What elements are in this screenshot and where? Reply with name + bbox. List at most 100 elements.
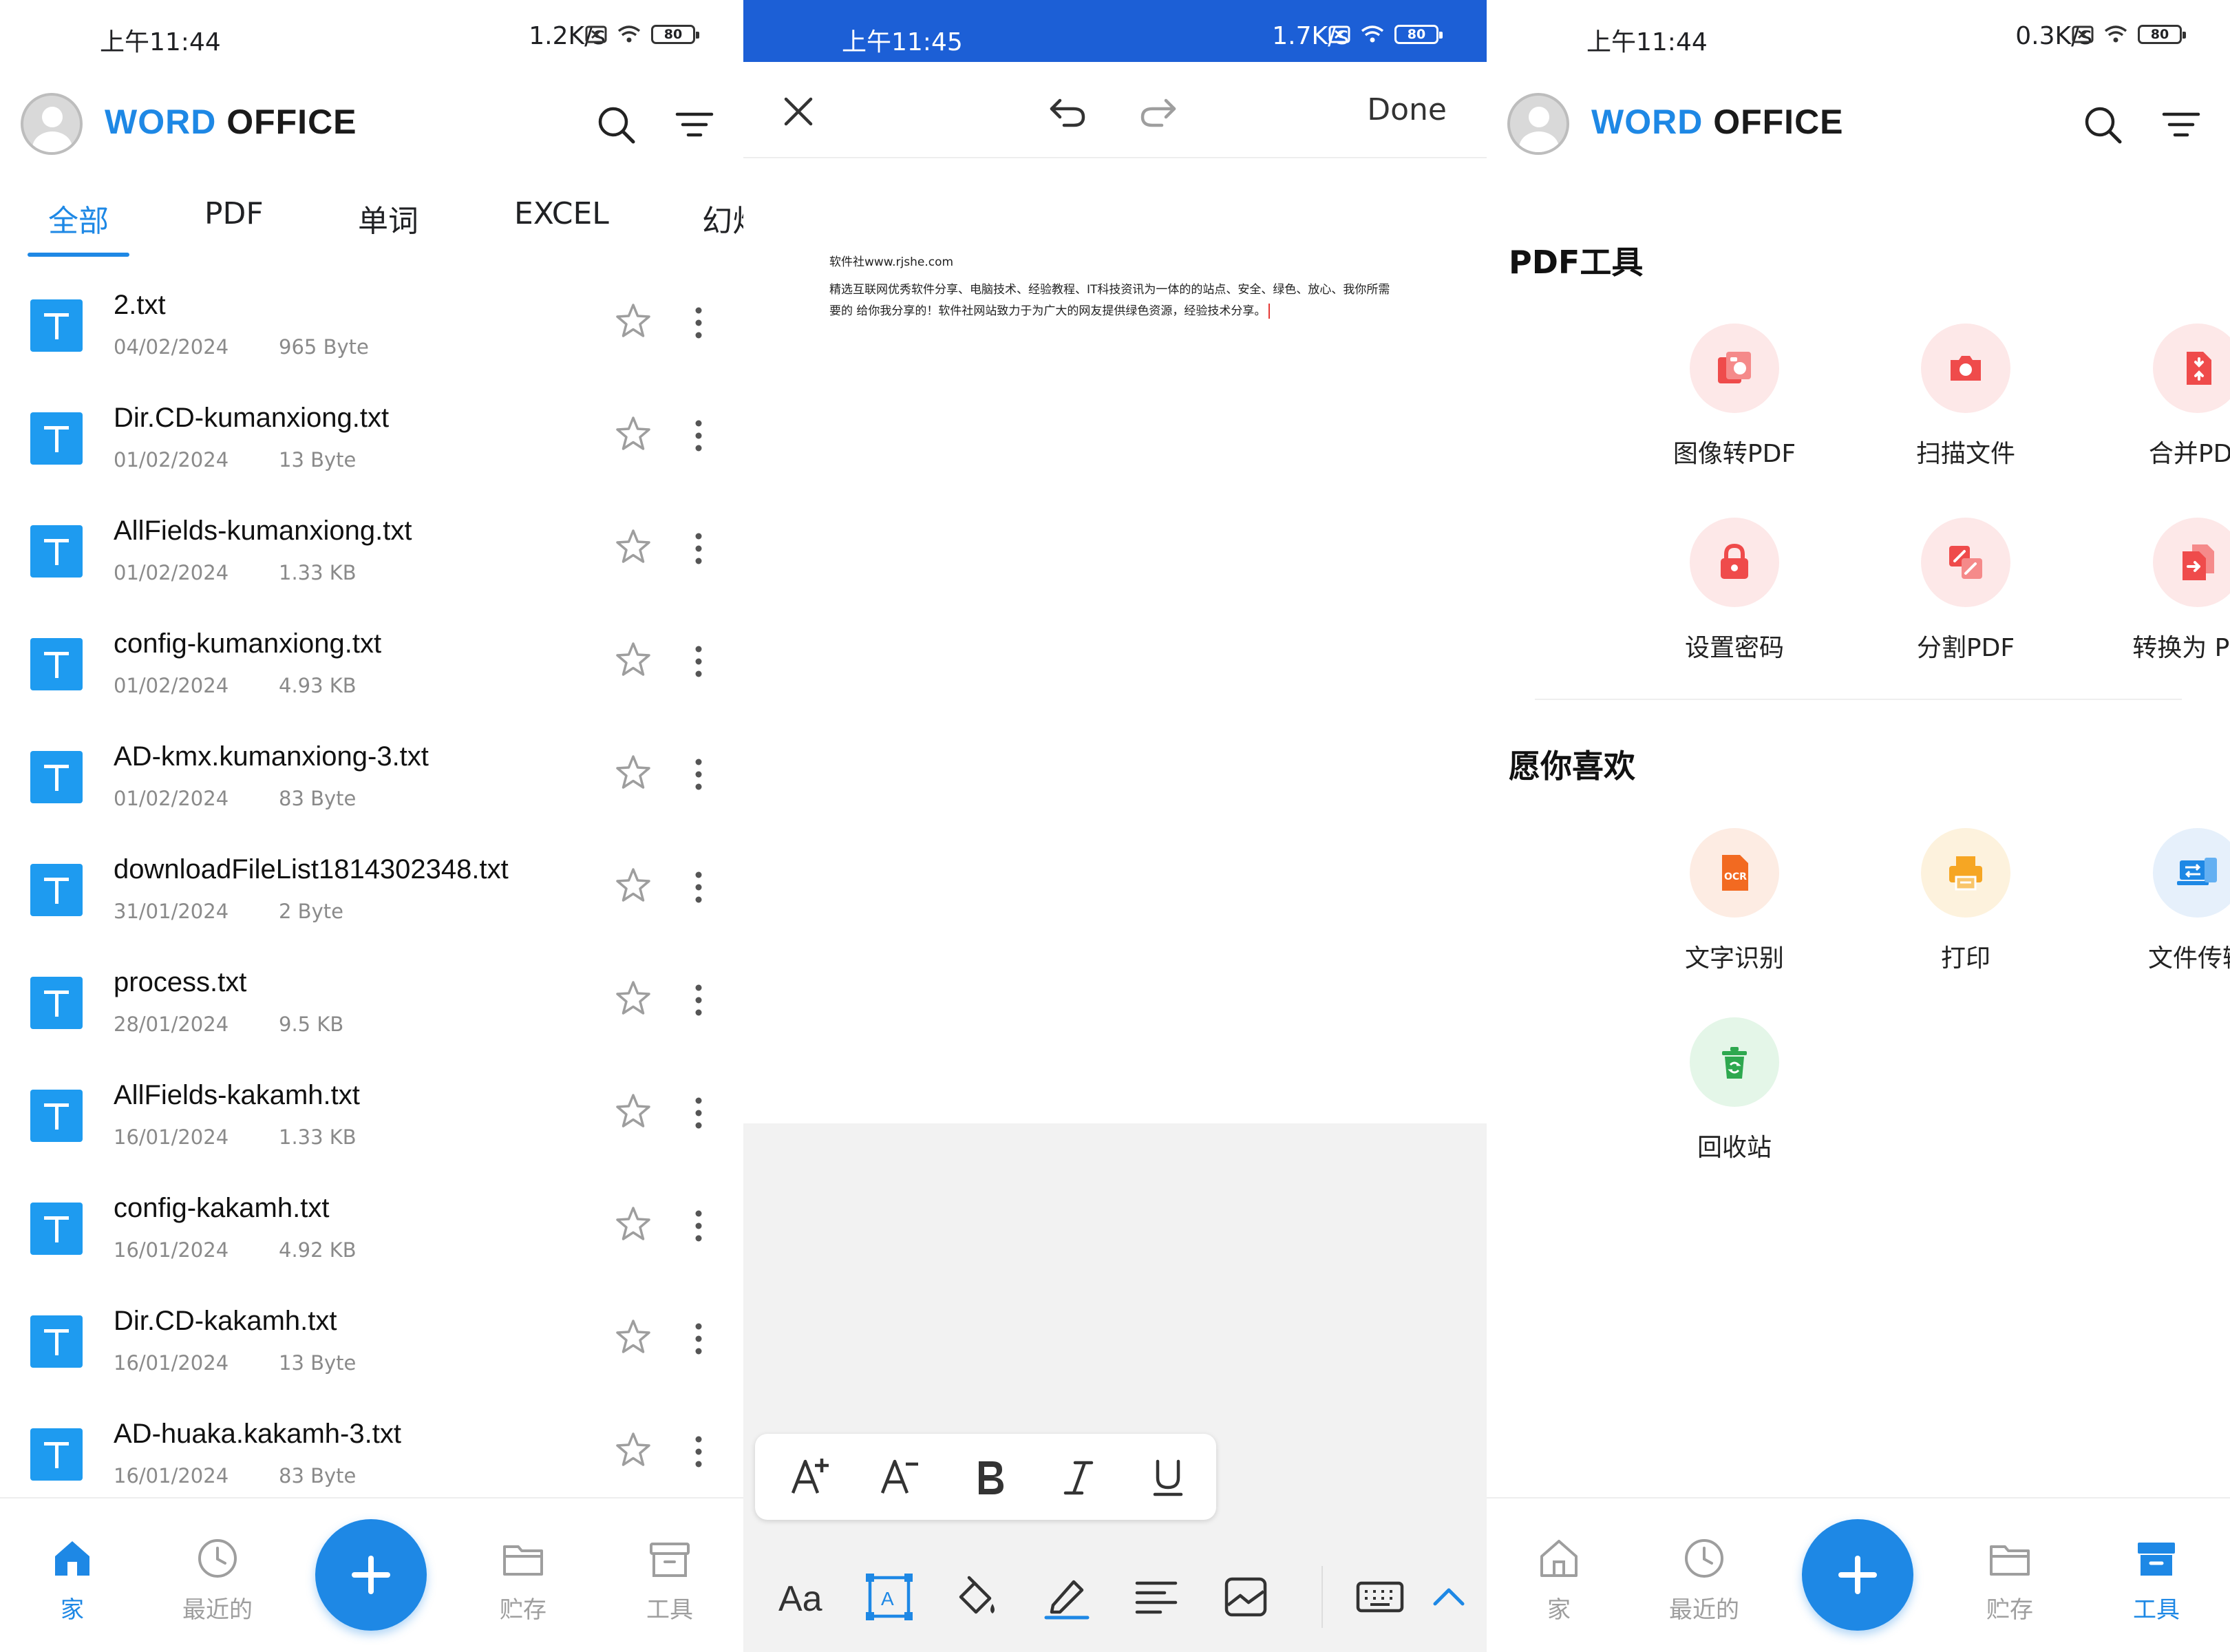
tool-set-password[interactable]: 设置密码 [1631, 518, 1838, 664]
image-icon[interactable] [1218, 1569, 1273, 1624]
app-title: WORD OFFICE [105, 102, 357, 142]
file-row[interactable]: 2.txt 04/02/2024 965 Byte [0, 272, 743, 385]
split-icon [1949, 546, 1982, 579]
tab-all[interactable]: 全部 [48, 196, 109, 240]
tool-scan-document[interactable]: 扫描文件 [1862, 324, 2069, 469]
add-button[interactable] [1802, 1519, 1913, 1631]
file-row[interactable]: config-kakamh.txt 16/01/2024 4.92 KB [0, 1175, 743, 1288]
star-icon[interactable] [613, 527, 654, 568]
align-left-icon[interactable] [1129, 1569, 1184, 1624]
search-icon[interactable] [2080, 102, 2125, 147]
tool-image-to-pdf[interactable]: 图像转PDF [1631, 324, 1838, 469]
bold-icon[interactable] [965, 1453, 1013, 1501]
nav-home[interactable]: 家 [17, 1534, 127, 1624]
nav-tools-label: 工具 [646, 1596, 693, 1624]
star-icon[interactable] [613, 414, 654, 455]
document-canvas[interactable]: 软件社www.rjshe.com 精选互联网优秀软件分享、电脑技术、经验教程、I… [743, 160, 1487, 1123]
highlighter-icon[interactable] [1039, 1569, 1094, 1624]
category-tabs: 全部 PDF 单词 EXCEL 幻灯 [0, 196, 743, 258]
tool-file-transfer[interactable]: 文件传输 [2094, 828, 2230, 974]
nav-tools[interactable]: 工具 [615, 1534, 725, 1624]
star-icon[interactable] [613, 752, 654, 794]
app-header: WORD OFFICE [0, 89, 743, 158]
status-time: 上午11:45 [842, 28, 963, 56]
fill-color-icon[interactable] [950, 1569, 1005, 1624]
star-icon[interactable] [613, 865, 654, 907]
search-icon[interactable] [593, 102, 639, 147]
document-body[interactable]: 精选互联网优秀软件分享、电脑技术、经验教程、IT科技资讯为一体的的站点、安全、绿… [829, 279, 1394, 322]
done-button[interactable]: Done [1367, 92, 1447, 127]
chevron-up-icon[interactable] [1421, 1569, 1476, 1624]
more-vertical-icon[interactable] [685, 1318, 712, 1359]
more-vertical-icon[interactable] [685, 1205, 712, 1247]
italic-icon[interactable] [1054, 1453, 1103, 1501]
tab-words[interactable]: 单词 [358, 196, 418, 240]
nav-storage[interactable]: 贮存 [468, 1534, 578, 1624]
star-icon[interactable] [613, 978, 654, 1019]
home-icon [1540, 1540, 1578, 1577]
star-icon[interactable] [613, 1204, 654, 1245]
nav-tools[interactable]: 工具 [2101, 1534, 2211, 1624]
file-row[interactable]: AllFields-kumanxiong.txt 01/02/2024 1.33 K… [0, 498, 743, 611]
file-date: 16/01/2024 [114, 1125, 229, 1149]
more-vertical-icon[interactable] [685, 415, 712, 456]
file-row[interactable]: Dir.CD-kakamh.txt 16/01/2024 13 Byte [0, 1288, 743, 1401]
file-date: 04/02/2024 [114, 335, 229, 359]
close-icon[interactable] [778, 91, 819, 132]
filter-icon[interactable] [672, 102, 717, 147]
star-icon[interactable] [613, 301, 654, 342]
tab-slides[interactable]: 幻灯 [702, 196, 743, 240]
app-title-rest: OFFICE [1703, 103, 1844, 141]
nav-recent[interactable]: 最近的 [1649, 1534, 1759, 1624]
tool-split-pdf[interactable]: 分割PDF [1862, 518, 2069, 664]
more-vertical-icon[interactable] [685, 867, 712, 908]
redo-icon[interactable] [1136, 91, 1180, 132]
underline-icon[interactable] [1144, 1453, 1192, 1501]
nav-home-label: 家 [61, 1596, 84, 1624]
star-icon[interactable] [613, 639, 654, 681]
more-vertical-icon[interactable] [685, 302, 712, 343]
star-icon[interactable] [613, 1091, 654, 1132]
tool-recycle-bin[interactable]: 回收站 [1631, 1017, 1838, 1163]
tool-merge-pdf[interactable]: 合并PDF [2094, 324, 2230, 469]
more-vertical-icon[interactable] [685, 979, 712, 1021]
add-button[interactable] [315, 1519, 427, 1631]
avatar[interactable] [21, 93, 83, 155]
nav-recent[interactable]: 最近的 [162, 1534, 273, 1624]
file-row[interactable]: AllFields-kakamh.txt 16/01/2024 1.33 KB [0, 1062, 743, 1175]
tool-print[interactable]: 打印 [1862, 828, 2069, 974]
text-box-icon[interactable]: A [862, 1569, 917, 1624]
more-vertical-icon[interactable] [685, 1092, 712, 1134]
file-name: AD-huaka.kakamh-3.txt [114, 1419, 401, 1449]
filter-icon[interactable] [2158, 102, 2204, 147]
tab-excel[interactable]: EXCEL [514, 196, 609, 231]
font-size-increase-icon[interactable] [786, 1453, 834, 1501]
star-icon[interactable] [613, 1317, 654, 1358]
keyboard-icon[interactable] [1352, 1569, 1408, 1624]
more-vertical-icon[interactable] [685, 641, 712, 682]
file-row[interactable]: process.txt 28/01/2024 9.5 KB [0, 949, 743, 1062]
tool-circle [1921, 518, 2010, 607]
file-size: 1.33 KB [279, 1125, 357, 1149]
undo-icon[interactable] [1046, 91, 1090, 132]
more-vertical-icon[interactable] [685, 528, 712, 569]
file-row[interactable]: Dir.CD-kumanxiong.txt 01/02/2024 13 Byte [0, 385, 743, 498]
wifi-icon [617, 25, 641, 43]
font-icon[interactable]: Aa [773, 1569, 828, 1624]
tool-convert-to-pdf[interactable]: 转换为 PDF [2094, 518, 2230, 664]
file-row[interactable]: config-kumanxiong.txt 01/02/2024 4.93 KB [0, 611, 743, 723]
status-icons: 80 [1328, 25, 1443, 44]
star-icon[interactable] [613, 1430, 654, 1471]
avatar[interactable] [1507, 93, 1569, 155]
file-size: 83 Byte [279, 787, 357, 810]
nav-storage[interactable]: 贮存 [1955, 1534, 2065, 1624]
tab-pdf[interactable]: PDF [204, 196, 264, 231]
tool-ocr[interactable]: OCR 文字识别 [1631, 828, 1838, 974]
text-file-icon [30, 1315, 83, 1368]
nav-home[interactable]: 家 [1504, 1534, 1614, 1624]
file-row[interactable]: AD-kmx.kumanxiong-3.txt 01/02/2024 83 Byte [0, 723, 743, 836]
font-size-decrease-icon[interactable] [875, 1453, 924, 1501]
more-vertical-icon[interactable] [685, 1431, 712, 1472]
file-row[interactable]: downloadFileList1814302348.txt 31/01/2024… [0, 836, 743, 949]
more-vertical-icon[interactable] [685, 754, 712, 795]
